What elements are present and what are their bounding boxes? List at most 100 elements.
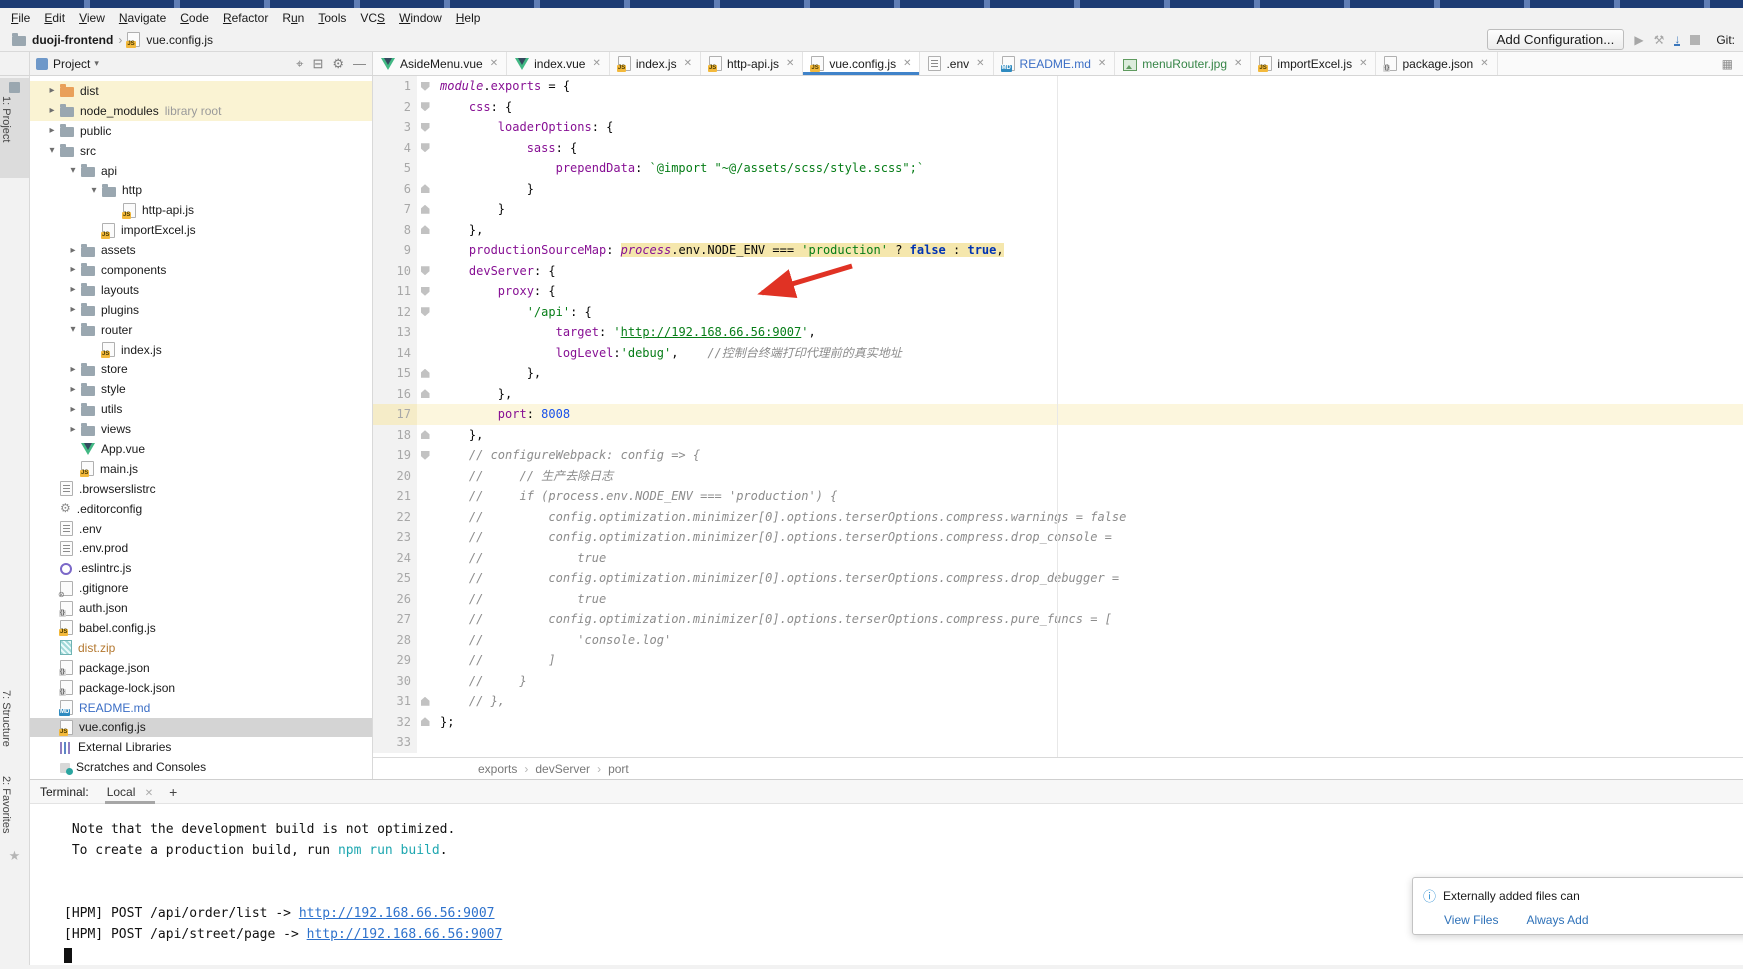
- code-line-29[interactable]: 29 // ]: [373, 650, 1743, 671]
- chevron-open-icon[interactable]: ▾: [65, 324, 81, 335]
- tree-item-main.js[interactable]: JSmain.js: [30, 459, 372, 479]
- terminal-link[interactable]: http://192.168.66.56:9007: [307, 927, 503, 942]
- code-line-17[interactable]: 17 port: 8008: [373, 404, 1743, 425]
- tree-item-.env.prod[interactable]: .env.prod: [30, 538, 372, 558]
- stripe-structure-button[interactable]: 7: Structure: [0, 690, 29, 747]
- tree-item-vue.config.js[interactable]: JSvue.config.js: [30, 718, 372, 738]
- chevron-closed-icon[interactable]: ▸: [65, 424, 81, 435]
- settings-icon[interactable]: ⚙: [332, 56, 344, 72]
- stripe-project-button[interactable]: 1: Project: [0, 78, 29, 178]
- fold-open-icon[interactable]: [421, 143, 430, 152]
- new-terminal-icon[interactable]: +: [169, 784, 177, 800]
- code-line-1[interactable]: 1module.exports = {: [373, 76, 1743, 97]
- code-line-6[interactable]: 6 }: [373, 179, 1743, 200]
- menu-item-edit[interactable]: Edit: [37, 9, 72, 27]
- fold-close-icon[interactable]: [421, 389, 430, 398]
- code-line-2[interactable]: 2 css: {: [373, 97, 1743, 118]
- chevron-closed-icon[interactable]: ▸: [65, 384, 81, 395]
- fold-close-icon[interactable]: [421, 369, 430, 378]
- close-icon[interactable]: ✕: [592, 58, 600, 69]
- editor-tab-importExcel.js[interactable]: JSimportExcel.js✕: [1251, 52, 1376, 75]
- tree-item-auth.json[interactable]: {}auth.json: [30, 598, 372, 618]
- terminal-link[interactable]: http://192.168.66.56:9007: [299, 906, 495, 921]
- code-line-19[interactable]: 19 // configureWebpack: config => {: [373, 445, 1743, 466]
- code-line-9[interactable]: 9 productionSourceMap: process.env.NODE_…: [373, 240, 1743, 261]
- code-line-24[interactable]: 24 // true: [373, 548, 1743, 569]
- tree-item-http[interactable]: ▾http: [30, 180, 372, 200]
- code-line-33[interactable]: 33: [373, 732, 1743, 753]
- fold-open-icon[interactable]: [421, 82, 430, 91]
- fold-close-icon[interactable]: [421, 225, 430, 234]
- fold-close-icon[interactable]: [421, 184, 430, 193]
- tree-item-App.vue[interactable]: App.vue: [30, 439, 372, 459]
- terminal-tab-local[interactable]: Local ✕: [105, 782, 155, 802]
- chevron-open-icon[interactable]: ▾: [86, 185, 102, 196]
- close-icon[interactable]: ✕: [1234, 58, 1242, 69]
- git-widget-label[interactable]: Git:: [1716, 33, 1735, 47]
- code-line-25[interactable]: 25 // config.optimization.minimizer[0].o…: [373, 568, 1743, 589]
- add-configuration-button[interactable]: Add Configuration...: [1487, 29, 1625, 50]
- tree-item-dist[interactable]: ▸dist: [30, 81, 372, 101]
- chevron-closed-icon[interactable]: ▸: [65, 404, 81, 415]
- editor-tab-AsideMenu.vue[interactable]: AsideMenu.vue✕: [373, 52, 507, 75]
- close-icon[interactable]: ✕: [1480, 58, 1488, 69]
- chevron-closed-icon[interactable]: ▸: [44, 85, 60, 96]
- chevron-open-icon[interactable]: ▾: [65, 165, 81, 176]
- fold-open-icon[interactable]: [421, 266, 430, 275]
- tree-item-node_modules[interactable]: ▸node_moduleslibrary root: [30, 101, 372, 121]
- chevron-closed-icon[interactable]: ▸: [65, 264, 81, 275]
- locate-file-icon[interactable]: ⌖: [296, 56, 303, 72]
- menu-item-window[interactable]: Window: [392, 9, 449, 27]
- code-line-30[interactable]: 30 // }: [373, 671, 1743, 692]
- code-line-13[interactable]: 13 target: 'http://192.168.66.56:9007',: [373, 322, 1743, 343]
- fold-open-icon[interactable]: [421, 451, 430, 460]
- code-line-14[interactable]: 14 logLevel:'debug', //控制台终端打印代理前的真实地址: [373, 343, 1743, 364]
- fold-close-icon[interactable]: [421, 697, 430, 706]
- tree-item-index.js[interactable]: JSindex.js: [30, 340, 372, 360]
- favorites-star-icon[interactable]: ★: [0, 848, 29, 864]
- code-line-5[interactable]: 5 prependData: `@import "~@/assets/scss/…: [373, 158, 1743, 179]
- tree-item-Scratches and Consoles[interactable]: Scratches and Consoles: [30, 757, 372, 777]
- fold-open-icon[interactable]: [421, 123, 430, 132]
- tree-item-http-api.js[interactable]: JShttp-api.js: [30, 200, 372, 220]
- code-line-22[interactable]: 22 // config.optimization.minimizer[0].o…: [373, 507, 1743, 528]
- close-icon[interactable]: ✕: [1359, 58, 1367, 69]
- tree-item-.editorconfig[interactable]: ⚙.editorconfig: [30, 499, 372, 519]
- tree-item-.gitignore[interactable]: .gitignore: [30, 578, 372, 598]
- code-line-21[interactable]: 21 // if (process.env.NODE_ENV === 'prod…: [373, 486, 1743, 507]
- code-line-23[interactable]: 23 // config.optimization.minimizer[0].o…: [373, 527, 1743, 548]
- stop-icon[interactable]: [1690, 35, 1700, 45]
- tree-item-plugins[interactable]: ▸plugins: [30, 300, 372, 320]
- tree-item-babel.config.js[interactable]: JSbabel.config.js: [30, 618, 372, 638]
- chevron-closed-icon[interactable]: ▸: [65, 364, 81, 375]
- code-line-12[interactable]: 12 '/api': {: [373, 302, 1743, 323]
- fold-open-icon[interactable]: [421, 102, 430, 111]
- code-line-31[interactable]: 31 // },: [373, 691, 1743, 712]
- stripe-favorites-button[interactable]: 2: Favorites: [0, 776, 29, 833]
- tree-item-.eslintrc.js[interactable]: .eslintrc.js: [30, 558, 372, 578]
- tree-item-dist.zip[interactable]: dist.zip: [30, 638, 372, 658]
- menu-item-tools[interactable]: Tools: [311, 9, 353, 27]
- editor-tab-menuRouter.jpg[interactable]: menuRouter.jpg✕: [1115, 52, 1251, 75]
- breadcrumb-port[interactable]: port: [608, 762, 629, 776]
- close-icon[interactable]: ✕: [490, 58, 498, 69]
- update-project-icon[interactable]: ↓: [1674, 34, 1680, 46]
- menu-item-run[interactable]: Run: [275, 9, 311, 27]
- notification-action-view-files[interactable]: View Files: [1444, 913, 1498, 927]
- project-panel-title[interactable]: Project: [53, 57, 90, 71]
- breadcrumb-file[interactable]: vue.config.js: [146, 33, 213, 47]
- close-icon[interactable]: ✕: [903, 58, 911, 69]
- close-icon[interactable]: ✕: [786, 58, 794, 69]
- code-line-20[interactable]: 20 // // 生产去除日志: [373, 466, 1743, 487]
- tree-item-assets[interactable]: ▸assets: [30, 240, 372, 260]
- chevron-closed-icon[interactable]: ▸: [44, 125, 60, 136]
- breadcrumb-exports[interactable]: exports: [478, 762, 517, 776]
- menu-item-file[interactable]: File: [4, 9, 37, 27]
- menu-item-refactor[interactable]: Refactor: [216, 9, 275, 27]
- code-line-11[interactable]: 11 proxy: {: [373, 281, 1743, 302]
- close-icon[interactable]: ✕: [145, 788, 153, 799]
- code-line-32[interactable]: 32};: [373, 712, 1743, 733]
- menu-item-navigate[interactable]: Navigate: [112, 9, 173, 27]
- tree-item-api[interactable]: ▾api: [30, 161, 372, 181]
- tree-item-README.md[interactable]: MDREADME.md: [30, 698, 372, 718]
